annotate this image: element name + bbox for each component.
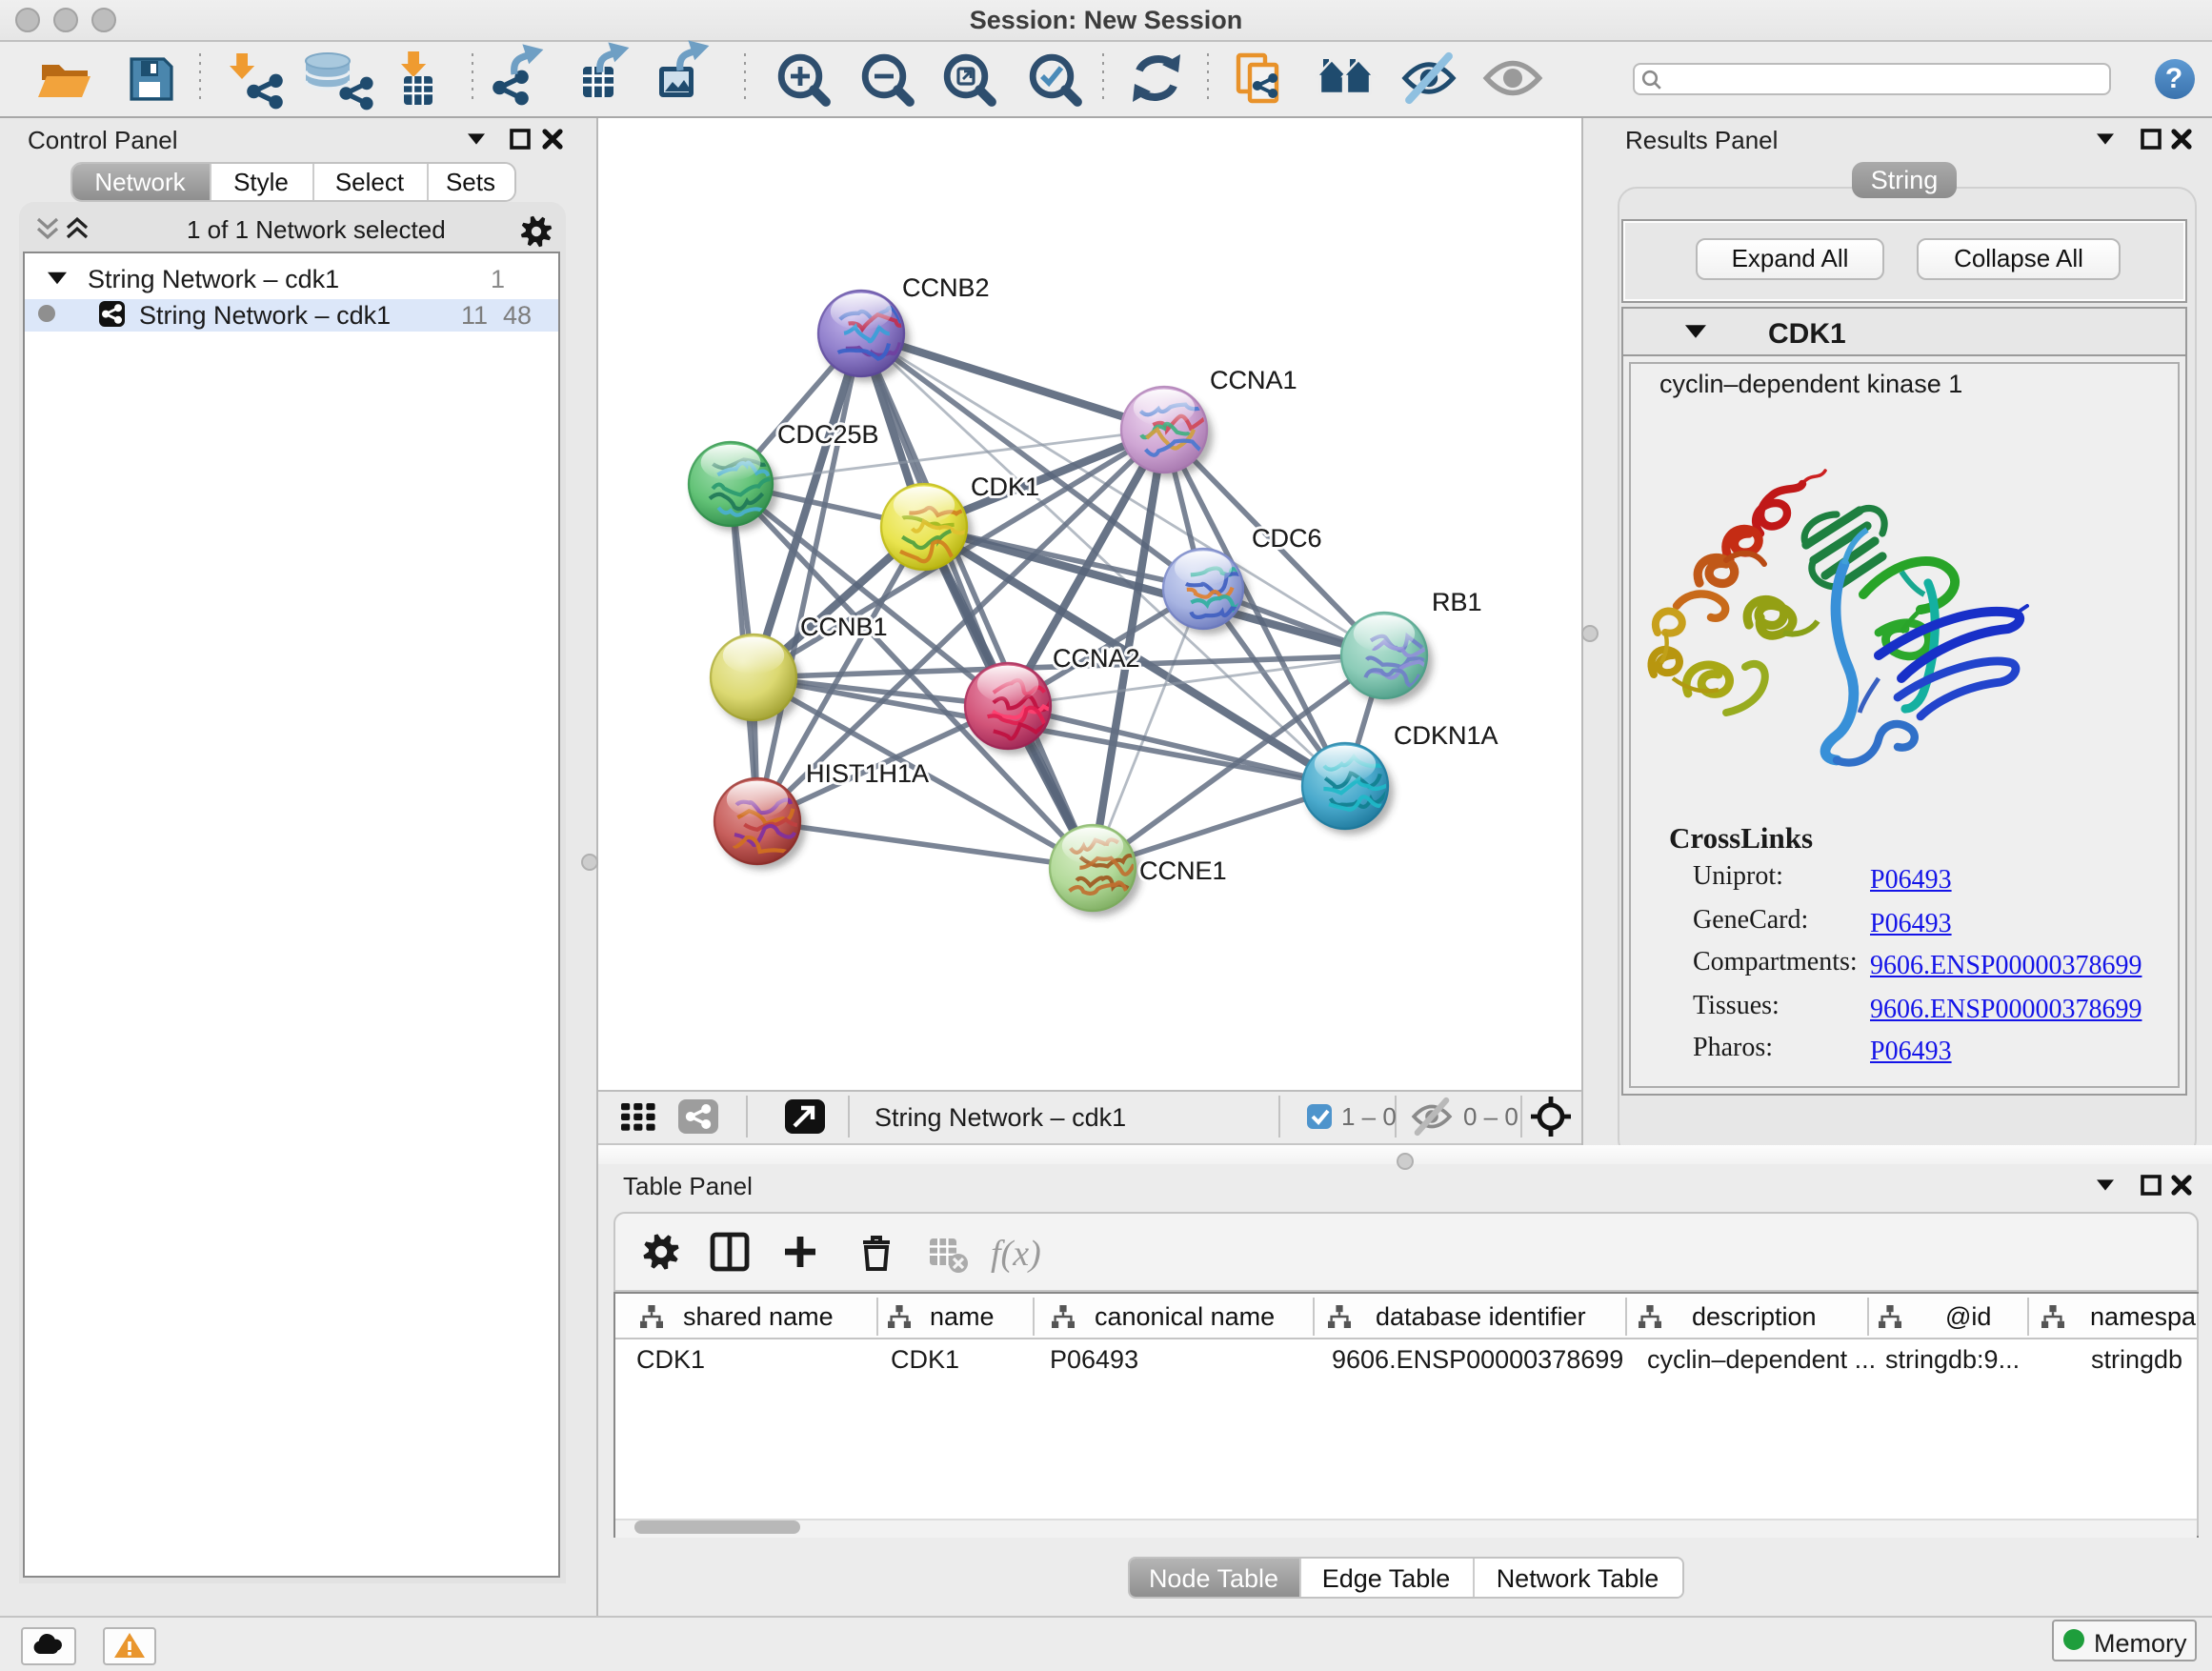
- svg-text:CDC6: CDC6: [1252, 524, 1322, 553]
- svg-text:description: description: [1692, 1302, 1817, 1331]
- svg-text:CCNA2: CCNA2: [1053, 644, 1140, 673]
- svg-text:canonical name: canonical name: [1095, 1302, 1275, 1331]
- svg-text:CCNB1: CCNB1: [800, 613, 888, 641]
- svg-text:String Network – cdk1: String Network – cdk1: [875, 1103, 1126, 1132]
- svg-text:namespace: namespace: [2090, 1302, 2197, 1331]
- svg-text:@id: @id: [1945, 1302, 1991, 1331]
- svg-text:CCNB2: CCNB2: [902, 273, 990, 302]
- svg-text:CDC25B: CDC25B: [777, 420, 879, 449]
- svg-text:RB1: RB1: [1432, 588, 1482, 616]
- svg-text:database identifier: database identifier: [1376, 1302, 1586, 1331]
- svg-text:1 – 0: 1 – 0: [1341, 1102, 1397, 1131]
- svg-text:CDK1: CDK1: [971, 473, 1039, 501]
- svg-text:CCNE1: CCNE1: [1139, 856, 1227, 885]
- svg-text:name: name: [930, 1302, 995, 1331]
- svg-text:shared name: shared name: [683, 1302, 834, 1331]
- svg-text:CCNA1: CCNA1: [1210, 366, 1297, 394]
- svg-text:f(x): f(x): [990, 1234, 1040, 1274]
- svg-text:CDKN1A: CDKN1A: [1394, 721, 1498, 750]
- svg-text:HIST1H1A: HIST1H1A: [806, 759, 929, 788]
- svg-text:0 – 0: 0 – 0: [1463, 1102, 1518, 1131]
